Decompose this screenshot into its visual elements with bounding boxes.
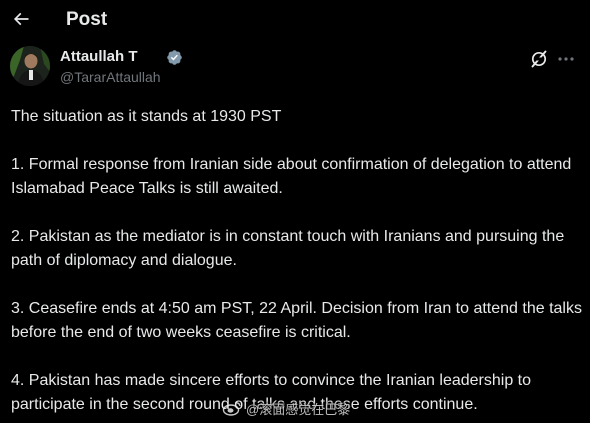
author-name[interactable]: Attaullah T — [60, 48, 138, 65]
post-paragraph: 3. Ceasefire ends at 4:50 am PST, 22 Apr… — [11, 300, 582, 341]
post-paragraph: The situation as it stands at 1930 PST — [11, 108, 282, 125]
back-button[interactable] — [8, 6, 34, 32]
more-horizontal-icon — [558, 57, 574, 61]
post-page: Post Attaullah T @TararAttaullah The sit… — [0, 0, 590, 423]
arrow-left-icon — [13, 12, 29, 26]
author-handle[interactable]: @TararAttaullah — [60, 69, 161, 85]
post-paragraph: 1. Formal response from Iranian side abo… — [11, 156, 572, 197]
more-options-button[interactable] — [556, 49, 576, 69]
name-fade-overlay — [138, 46, 168, 68]
watermark-text: @滚面感觉在巴黎 — [246, 401, 351, 417]
weibo-logo-icon — [222, 402, 241, 416]
post-paragraph: 2. Pakistan as the mediator is in consta… — [11, 228, 565, 269]
page-title: Post — [66, 9, 108, 30]
watermark: @滚面感觉在巴黎 — [222, 398, 350, 418]
avatar[interactable] — [10, 46, 50, 86]
grok-button[interactable] — [529, 49, 549, 69]
top-bar: Post — [0, 0, 590, 40]
verified-badge-icon — [167, 50, 182, 65]
post-text: The situation as it stands at 1930 PST 1… — [11, 105, 583, 417]
grok-icon — [531, 50, 547, 68]
